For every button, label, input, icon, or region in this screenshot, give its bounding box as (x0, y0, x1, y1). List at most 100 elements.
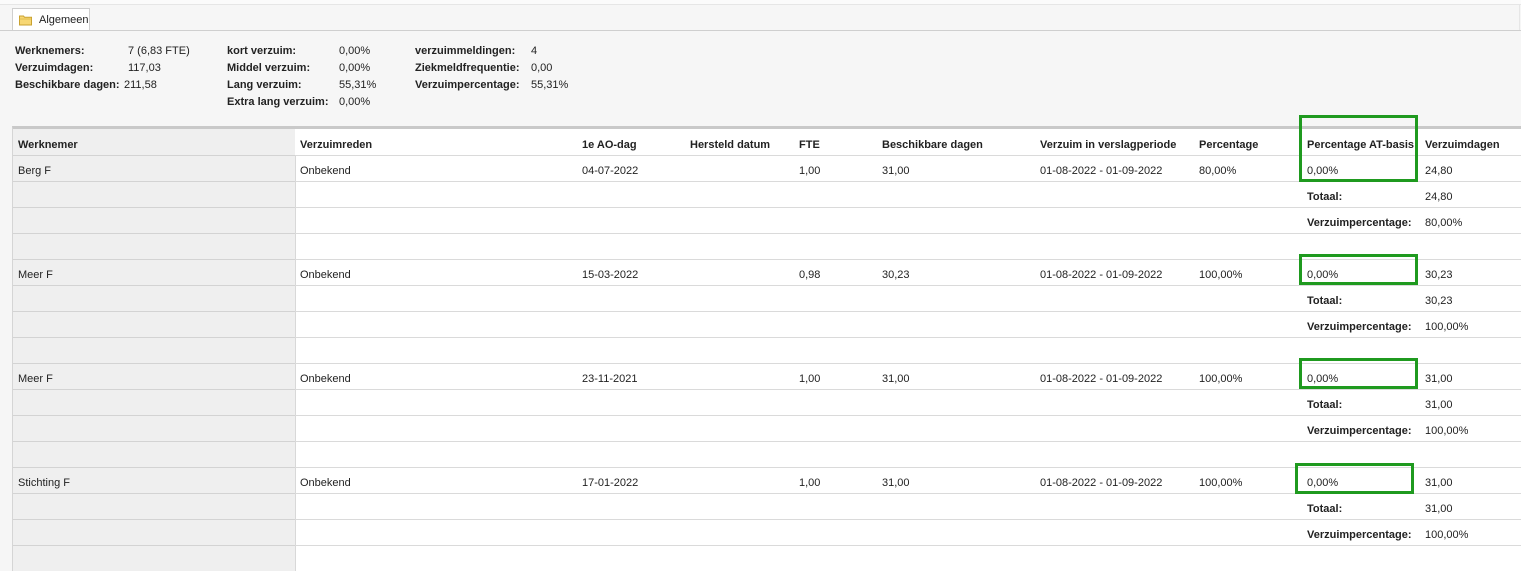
row-divider (13, 363, 1521, 364)
summary-label: Lang verzuim: (227, 79, 302, 91)
summary-value: 4 (531, 45, 538, 57)
summary-value: 0,00% (339, 96, 371, 108)
summary-label: Middel verzuim: (227, 62, 311, 74)
cell-verzuimreden: Onbekend (300, 373, 351, 385)
header-hersteld-datum[interactable]: Hersteld datum (690, 138, 770, 152)
header-percentage[interactable]: Percentage (1199, 138, 1258, 152)
row-divider (13, 545, 1521, 546)
cell-verzuimreden: Onbekend (300, 269, 351, 281)
row-divider (13, 285, 1521, 286)
summary-label: Verzuimpercentage: (415, 79, 520, 91)
cell-beschikbare-dagen: 31,00 (882, 165, 910, 177)
header-werknemer[interactable]: Werknemer (18, 138, 78, 152)
report-grid: Werknemer Verzuimreden 1e AO-dag Herstel… (12, 126, 1521, 571)
cell-werknemer: Stichting F (18, 477, 70, 489)
row-divider-left (13, 389, 295, 390)
verzuimpercentage-label: Verzuimpercentage: (1307, 217, 1412, 229)
summary-value: 55,31% (339, 79, 377, 91)
cell-fte: 0,98 (799, 269, 821, 281)
row-divider (13, 519, 1521, 520)
tab-label: Algemeen (39, 13, 89, 26)
tab-divider (0, 30, 1521, 31)
summary-value: 0,00% (339, 62, 371, 74)
cell-fte: 1,00 (799, 477, 821, 489)
cell-ao-dag: 23-11-2021 (582, 373, 638, 385)
header-verzuimreden[interactable]: Verzuimreden (300, 138, 372, 152)
cell-verzuimdagen: 31,00 (1425, 373, 1453, 385)
verzuimpercentage-label: Verzuimpercentage: (1307, 321, 1412, 333)
summary-value: 55,31% (531, 79, 569, 91)
row-divider-left (13, 467, 295, 468)
verzuimpercentage-value: 100,00% (1425, 529, 1469, 541)
row-divider (13, 155, 1521, 156)
row-divider (13, 233, 1521, 234)
tab-bar-edge (1519, 4, 1520, 30)
highlight-box (1299, 254, 1418, 285)
cell-verzuimdagen: 24,80 (1425, 165, 1453, 177)
cell-beschikbare-dagen: 31,00 (882, 477, 910, 489)
summary-label: Werknemers: (15, 45, 85, 57)
summary-value: 211,58 (124, 79, 157, 91)
folder-icon (19, 14, 32, 26)
row-divider-left (13, 441, 295, 442)
row-divider-left (13, 519, 295, 520)
cell-verzuimreden: Onbekend (300, 165, 351, 177)
cell-beschikbare-dagen: 31,00 (882, 373, 910, 385)
highlight-box (1299, 358, 1418, 389)
header-verzuimdagen[interactable]: Verzuimdagen (1425, 138, 1500, 152)
summary-value: 0,00 (531, 62, 553, 74)
row-divider-left (13, 259, 295, 260)
werknemer-column-bg (13, 129, 296, 571)
summary-value: 0,00% (339, 45, 371, 57)
summary-label: Ziekmeldfrequentie: (415, 62, 520, 74)
cell-ao-dag: 04-07-2022 (582, 165, 639, 177)
verzuimpercentage-label: Verzuimpercentage: (1307, 529, 1412, 541)
header-verzuim-periode[interactable]: Verzuim in verslagperiode (1040, 138, 1176, 152)
header-fte[interactable]: FTE (799, 138, 820, 152)
row-divider-left (13, 311, 295, 312)
summary-label: kort verzuim: (227, 45, 297, 57)
row-divider (13, 441, 1521, 442)
cell-ao-dag: 17-01-2022 (582, 477, 639, 489)
verzuimpercentage-value: 80,00% (1425, 217, 1463, 229)
row-divider-left (13, 545, 295, 546)
cell-percentage: 100,00% (1199, 373, 1243, 385)
cell-verzuimdagen: 30,23 (1425, 269, 1453, 281)
cell-verzuim-periode: 01-08-2022 - 01-09-2022 (1040, 477, 1163, 489)
header-beschikbare-dagen[interactable]: Beschikbare dagen (882, 138, 983, 152)
cell-ao-dag: 15-03-2022 (582, 269, 639, 281)
row-divider-left (13, 155, 295, 156)
verzuimpercentage-value: 100,00% (1425, 425, 1469, 437)
total-label: Totaal: (1307, 503, 1343, 515)
cell-verzuimdagen: 31,00 (1425, 477, 1453, 489)
summary-label: verzuimmeldingen: (415, 45, 516, 57)
verzuimpercentage-value: 100,00% (1425, 321, 1469, 333)
total-value: 31,00 (1425, 503, 1453, 515)
row-divider (13, 337, 1521, 338)
row-divider-left (13, 337, 295, 338)
header-ao-dag[interactable]: 1e AO-dag (582, 138, 637, 152)
summary-label: Beschikbare dagen: (15, 79, 120, 91)
row-divider (13, 207, 1521, 208)
cell-werknemer: Berg F (18, 165, 52, 177)
cell-verzuim-periode: 01-08-2022 - 01-09-2022 (1040, 269, 1163, 281)
cell-percentage: 100,00% (1199, 477, 1243, 489)
total-label: Totaal: (1307, 191, 1343, 203)
row-divider (13, 181, 1521, 182)
tab-algemeen[interactable]: Algemeen (12, 8, 90, 30)
total-label: Totaal: (1307, 295, 1343, 307)
row-divider-left (13, 181, 295, 182)
cell-percentage: 80,00% (1199, 165, 1237, 177)
total-label: Totaal: (1307, 399, 1343, 411)
row-divider-left (13, 207, 295, 208)
total-value: 31,00 (1425, 399, 1453, 411)
cell-verzuim-periode: 01-08-2022 - 01-09-2022 (1040, 165, 1163, 177)
cell-fte: 1,00 (799, 165, 821, 177)
row-divider-left (13, 233, 295, 234)
row-divider (13, 415, 1521, 416)
cell-beschikbare-dagen: 30,23 (882, 269, 910, 281)
highlight-box (1295, 463, 1414, 494)
summary-value: 7 (6,83 FTE) (128, 45, 190, 57)
cell-verzuim-periode: 01-08-2022 - 01-09-2022 (1040, 373, 1163, 385)
cell-verzuimreden: Onbekend (300, 477, 351, 489)
